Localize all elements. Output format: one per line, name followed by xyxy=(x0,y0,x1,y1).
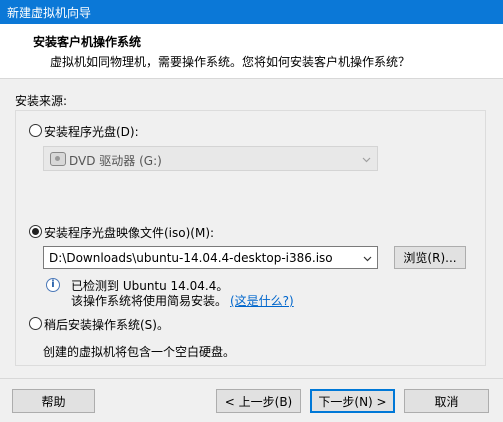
install-source-label: 安装来源: xyxy=(15,94,68,108)
radio-option-disc[interactable]: 安装程序光盘(D): xyxy=(29,123,149,139)
chevron-down-icon xyxy=(362,157,371,163)
radio-button-later[interactable] xyxy=(29,317,42,330)
cancel-button[interactable]: 取消 xyxy=(404,389,489,413)
dvd-drive-icon xyxy=(50,152,66,166)
chevron-down-icon[interactable] xyxy=(363,254,372,263)
disc-drive-dropdown[interactable]: DVD 驱动器 (G:) xyxy=(43,146,378,171)
page-title: 安装客户机操作系统 xyxy=(33,35,142,49)
back-button[interactable]: < 上一步(B) xyxy=(216,389,301,413)
footer-separator xyxy=(0,378,503,379)
radio-button-disc[interactable] xyxy=(29,124,42,137)
iso-path-combobox[interactable]: D:\Downloads\ubuntu-14.04.4-desktop-i386… xyxy=(43,246,378,269)
disc-drive-value: DVD 驱动器 (G:) xyxy=(69,154,162,168)
window-title: 新建虚拟机向导 xyxy=(7,6,92,20)
radio-option-later[interactable]: 稍后安装操作系统(S)。 xyxy=(29,316,179,332)
help-button[interactable]: 帮助 xyxy=(12,389,95,413)
next-button[interactable]: 下一步(N) > xyxy=(310,389,395,413)
info-icon: i xyxy=(46,278,60,292)
radio-button-iso[interactable] xyxy=(29,225,42,238)
radio-label-later: 稍后安装操作系统(S)。 xyxy=(44,318,169,332)
radio-label-disc: 安装程序光盘(D): xyxy=(44,125,139,139)
page-subtitle: 虚拟机如同物理机，需要操作系统。您将如何安装客户机操作系统？ xyxy=(50,55,411,69)
what-is-this-link[interactable]: (这是什么?) xyxy=(230,292,294,309)
radio-option-iso[interactable]: 安装程序光盘映像文件(iso)(M): xyxy=(29,224,229,240)
radio-label-iso: 安装程序光盘映像文件(iso)(M): xyxy=(44,226,215,240)
install-later-description: 创建的虚拟机将包含一个空白硬盘。 xyxy=(43,345,236,359)
iso-path-value[interactable]: D:\Downloads\ubuntu-14.04.4-desktop-i386… xyxy=(49,251,333,265)
title-bar: 新建虚拟机向导 xyxy=(0,0,503,24)
easy-install-text: 该操作系统将使用简易安装。 xyxy=(71,294,228,308)
browse-button[interactable]: 浏览(R)... xyxy=(394,246,466,269)
wizard-header: 安装客户机操作系统 虚拟机如同物理机，需要操作系统。您将如何安装客户机操作系统？ xyxy=(0,24,503,79)
